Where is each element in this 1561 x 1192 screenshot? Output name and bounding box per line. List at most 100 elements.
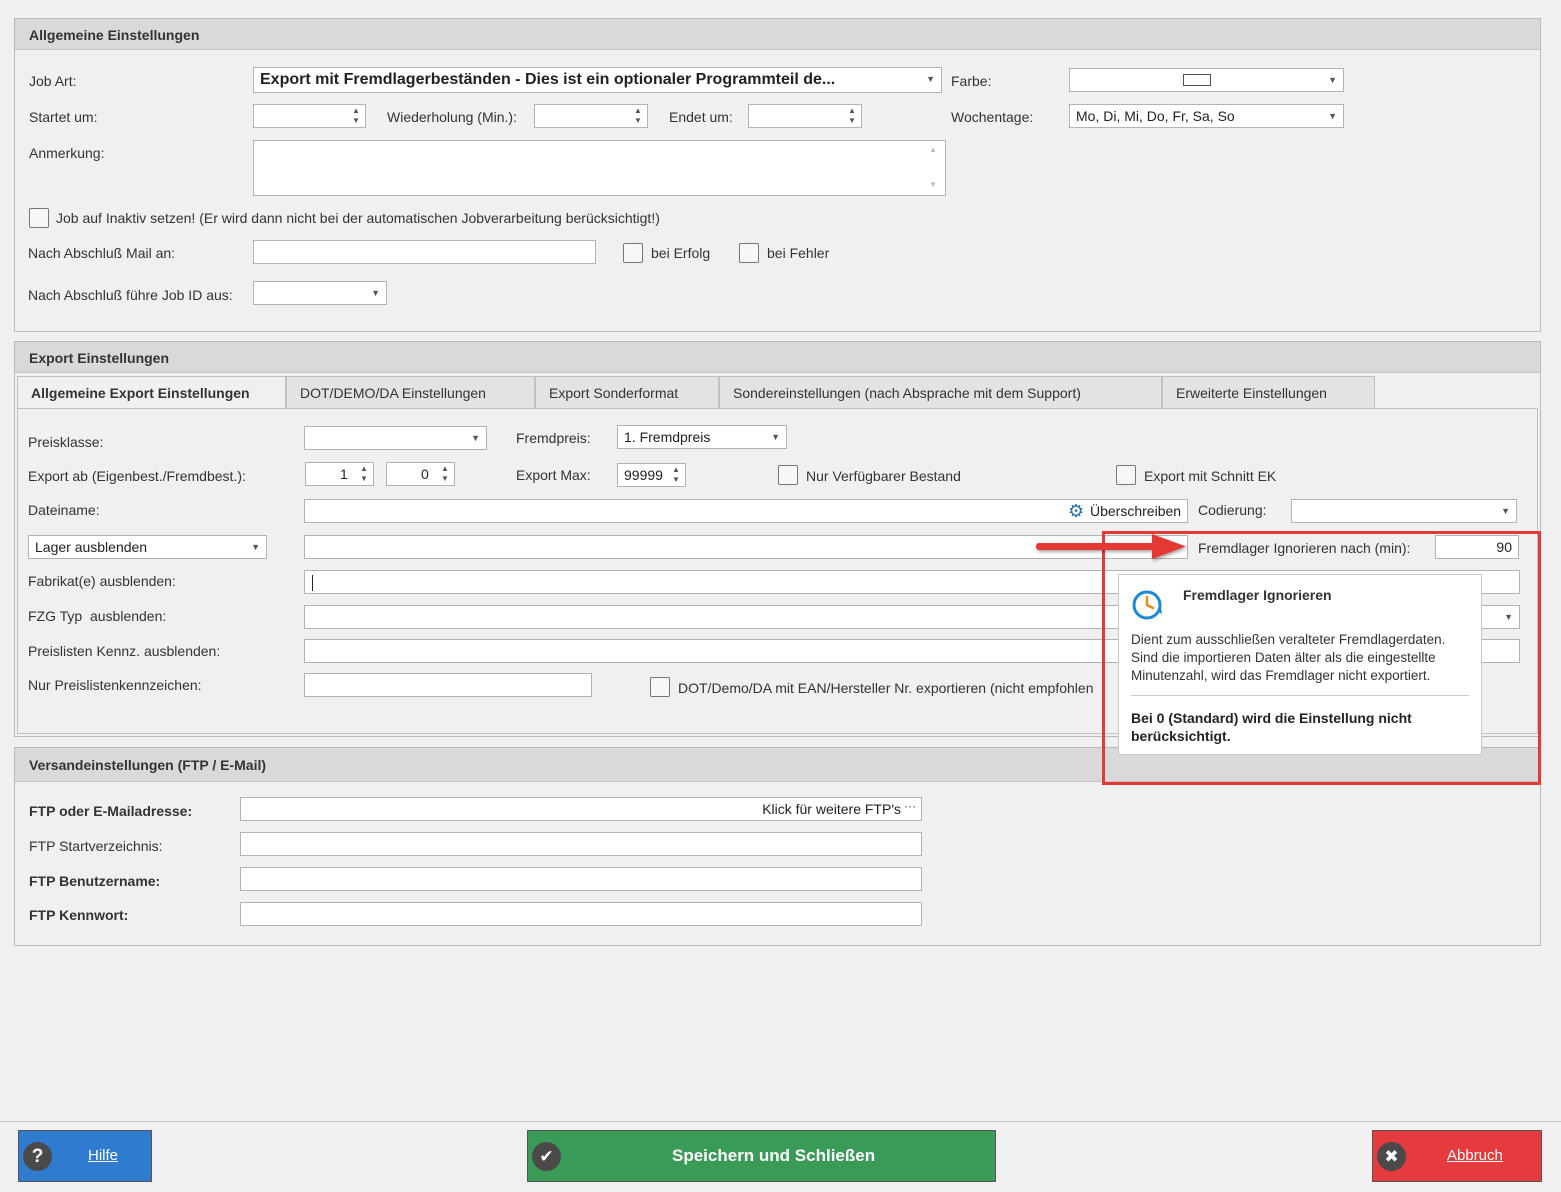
chevron-down-icon: ▼ xyxy=(1328,75,1337,85)
chevron-down-icon: ▼ xyxy=(771,432,780,442)
spin-icon[interactable]: ▲ ▼ xyxy=(440,463,450,485)
spin-icon[interactable]: ▲ ▼ xyxy=(359,463,369,485)
nur-preislisten-input[interactable] xyxy=(304,673,592,697)
bei-erfolg-checkbox[interactable] xyxy=(623,243,643,263)
spin-icon[interactable]: ▲ ▼ xyxy=(633,105,643,127)
spin-icon[interactable]: ▲ ▼ xyxy=(351,105,361,127)
ftp-value[interactable]: Klick für weitere FTP's xyxy=(762,801,901,817)
preislisten-label: Preislisten Kennz. ausblenden: xyxy=(28,643,221,659)
tab-erweiterte-einstellungen[interactable]: Erweiterte Einstellungen xyxy=(1162,376,1375,408)
close-icon: ✖ xyxy=(1377,1142,1406,1171)
wiederholung-input[interactable]: ▲ ▼ xyxy=(534,104,648,128)
ftp-start-label: FTP Startverzeichnis: xyxy=(29,838,163,854)
export-max-value: 99999 xyxy=(624,467,663,483)
farbe-label: Farbe: xyxy=(951,73,992,89)
lager-ausblenden-value: Lager ausblenden xyxy=(35,539,148,555)
fremdpreis-select[interactable]: 1. Fremdpreis ▼ xyxy=(617,425,787,449)
ueberschreiben-button[interactable]: ⚙ Überschreiben xyxy=(1066,500,1187,522)
export-ab-fremd-input[interactable]: 0 ▲ ▼ xyxy=(386,462,455,486)
nur-verfuegbar-checkbox[interactable] xyxy=(778,465,798,485)
export-max-label: Export Max: xyxy=(516,467,591,483)
tab-export-sonderformat[interactable]: Export Sonderformat xyxy=(535,376,719,408)
preisklasse-select[interactable]: ▼ xyxy=(304,426,487,450)
chevron-down-icon: ▼ xyxy=(1501,506,1510,516)
tab-allgemeine-export[interactable]: Allgemeine Export Einstellungen xyxy=(17,376,286,409)
fremdpreis-label: Fremdpreis: xyxy=(516,430,591,446)
codierung-label: Codierung: xyxy=(1198,502,1267,518)
ftp-user-input[interactable] xyxy=(240,867,922,891)
codierung-select[interactable]: ▼ xyxy=(1291,499,1517,523)
arrow-right-icon xyxy=(1036,534,1186,559)
check-icon: ✔ xyxy=(532,1142,561,1171)
export-ab-eigen-input[interactable]: 1 ▲ ▼ xyxy=(305,462,374,486)
job-id-select[interactable]: ▼ xyxy=(253,281,387,305)
endet-time-input[interactable]: ▲ ▼ xyxy=(748,104,862,128)
anmerkung-textarea[interactable]: ▲ ▼ xyxy=(253,140,946,196)
export-ab-label: Export ab (Eigenbest./Fremdbest.): xyxy=(28,468,246,484)
spin-icon[interactable]: ▲ ▼ xyxy=(671,464,681,486)
ueberschreiben-label: Überschreiben xyxy=(1090,503,1182,519)
export-max-input[interactable]: 99999 ▲ ▼ xyxy=(617,463,686,487)
bei-fehler-checkbox[interactable] xyxy=(739,243,759,263)
chevron-down-icon: ▼ xyxy=(371,288,380,298)
scroll-up-icon[interactable]: ▲ xyxy=(929,145,937,154)
lager-ausblenden-select[interactable]: Lager ausblenden ▼ xyxy=(28,535,267,559)
job-art-select[interactable]: Export mit Fremdlagerbeständen - Dies is… xyxy=(253,67,942,93)
chevron-down-icon: ▼ xyxy=(926,74,935,84)
wochentage-value: Mo, Di, Mi, Do, Fr, Sa, So xyxy=(1076,108,1235,124)
gear-icon: ⚙ xyxy=(1068,501,1085,521)
ftp-start-input[interactable] xyxy=(240,832,922,856)
highlight-box xyxy=(1102,531,1541,785)
ftp-user-label: FTP Benutzername: xyxy=(29,873,161,889)
bottom-separator xyxy=(0,1121,1561,1122)
color-swatch xyxy=(1183,74,1211,86)
general-settings-title: Allgemeine Einstellungen xyxy=(15,19,1540,50)
schnitt-ek-checkbox[interactable] xyxy=(1116,465,1136,485)
ftp-input[interactable]: Klick für weitere FTP's ··· xyxy=(240,797,922,821)
wochentage-label: Wochentage: xyxy=(951,109,1034,125)
job-id-label: Nach Abschluß führe Job ID aus: xyxy=(28,287,233,303)
preisklasse-label: Preisklasse: xyxy=(28,434,104,450)
export-settings-title: Export Einstellungen xyxy=(15,342,1540,373)
bei-erfolg-label: bei Erfolg xyxy=(651,245,711,261)
chevron-down-icon: ▼ xyxy=(251,542,260,552)
dateiname-label: Dateiname: xyxy=(28,502,100,518)
job-art-label: Job Art: xyxy=(29,73,77,89)
export-ab-eigen-value: 1 xyxy=(340,466,348,482)
startet-label: Startet um: xyxy=(29,109,98,125)
text-cursor xyxy=(312,575,313,591)
dot-demo-checkbox[interactable] xyxy=(650,677,670,697)
fabrikat-label: Fabrikat(e) ausblenden: xyxy=(28,573,176,589)
ftp-label: FTP oder E-Mailadresse: xyxy=(29,803,193,819)
tab-dot-demo-da[interactable]: DOT/DEMO/DA Einstellungen xyxy=(286,376,535,408)
inaktiv-checkbox[interactable] xyxy=(29,208,49,228)
tab-sondereinstellungen[interactable]: Sondereinstellungen (nach Absprache mit … xyxy=(719,376,1162,408)
mail-input[interactable] xyxy=(253,240,596,264)
fremdpreis-value: 1. Fremdpreis xyxy=(624,429,711,445)
hilfe-button[interactable]: ? Hilfe xyxy=(18,1130,152,1182)
wiederholung-label: Wiederholung (Min.): xyxy=(387,109,517,125)
abbruch-label: Abbruch xyxy=(1447,1147,1503,1164)
export-ab-fremd-value: 0 xyxy=(421,466,429,482)
speichern-button[interactable]: ✔ Speichern und Schließen xyxy=(527,1130,996,1182)
startet-time-input[interactable]: ▲ ▼ xyxy=(253,104,366,128)
scroll-down-icon[interactable]: ▼ xyxy=(929,180,937,189)
inaktiv-label: Job auf Inaktiv setzen! (Er wird dann ni… xyxy=(56,210,660,226)
ftp-pass-input[interactable] xyxy=(240,902,922,926)
endet-label: Endet um: xyxy=(669,109,733,125)
abbruch-button[interactable]: ✖ Abbruch xyxy=(1372,1130,1542,1182)
ellipsis-icon[interactable]: ··· xyxy=(904,799,916,813)
ftp-pass-label: FTP Kennwort: xyxy=(29,907,129,923)
wochentage-select[interactable]: Mo, Di, Mi, Do, Fr, Sa, So ▼ xyxy=(1069,104,1344,128)
nur-verfuegbar-label: Nur Verfügbarer Bestand xyxy=(806,468,961,484)
dateiname-input[interactable] xyxy=(304,499,1188,523)
hilfe-label: Hilfe xyxy=(88,1147,119,1164)
spin-icon[interactable]: ▲ ▼ xyxy=(847,105,857,127)
question-icon: ? xyxy=(23,1142,52,1171)
bei-fehler-label: bei Fehler xyxy=(767,245,830,261)
farbe-select[interactable]: ▼ xyxy=(1069,68,1344,92)
job-art-value: Export mit Fremdlagerbeständen - Dies is… xyxy=(260,71,836,88)
nur-preislisten-label: Nur Preislistenkennzeichen: xyxy=(28,677,202,693)
chevron-down-icon: ▼ xyxy=(1328,111,1337,121)
dot-demo-label: DOT/Demo/DA mit EAN/Hersteller Nr. expor… xyxy=(678,680,1094,696)
